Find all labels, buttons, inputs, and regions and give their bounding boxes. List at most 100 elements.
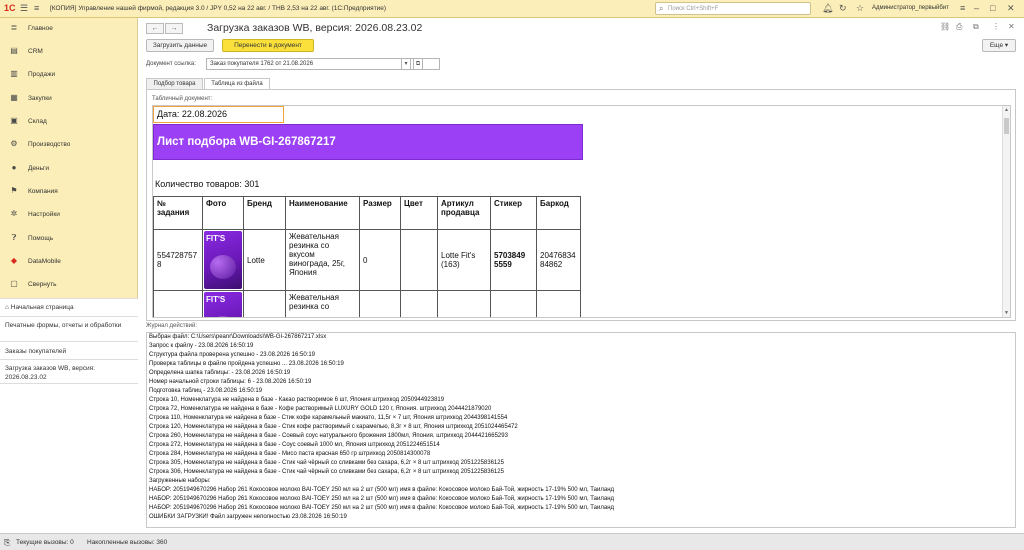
sidebar-item-crm[interactable]: ▤ CRM (0, 43, 138, 61)
product-photo: FIT'S (204, 292, 242, 317)
pick-list-table: № задания Фото Бренд Наименование Размер… (153, 196, 581, 317)
product-photo-label: FIT'S (206, 234, 226, 243)
current-calls: Текущие вызовы: 0 (16, 539, 74, 546)
vertical-scrollbar[interactable]: ▲ ▼ (1002, 106, 1010, 317)
log-line: Проверка таблицы в файле пройдена успешн… (149, 361, 344, 367)
link-icon[interactable]: ⛓︎ (940, 22, 950, 31)
size-cell: 0 (359, 229, 401, 291)
log-line: Строка 10, Номенклатура не найдена в баз… (149, 397, 445, 403)
menu-icon[interactable]: ☰ (20, 3, 28, 14)
transfer-to-document-button[interactable]: Перенести в документ (222, 39, 314, 52)
task-number-cell: 5547287578 (153, 229, 203, 291)
sidebar-item-label: Склад (28, 118, 47, 125)
log-line: Загруженные наборы: (149, 478, 211, 484)
sidebar-item-sales[interactable]: ▥ Продажи (0, 66, 138, 84)
sidebar-item-label: Производство (28, 141, 71, 148)
photo-cell: FIT'S (202, 290, 244, 317)
barcode-cell: 2047683 (536, 290, 581, 317)
forward-button[interactable]: → (165, 23, 183, 34)
divider (0, 316, 138, 317)
scroll-up-icon[interactable]: ▲ (1004, 107, 1009, 113)
spreadsheet-document[interactable]: Дата: 22.08.2026 Лист подбора WB-GI-2678… (152, 105, 1011, 318)
dropdown-button[interactable]: ▾ (401, 58, 411, 70)
title-bar: 1C ☰ ≡ [КОПИЯ] Управление нашей фирмой, … (0, 0, 1024, 18)
scroll-down-icon[interactable]: ▼ (1004, 310, 1009, 316)
settings-icon: ✲ (10, 209, 18, 218)
more-button[interactable]: Еще ▾ (982, 39, 1016, 52)
sidebar-item-label: Свернуть (28, 281, 57, 288)
chevron-down-icon: ▾ (404, 61, 408, 67)
col-photo: Фото (202, 196, 244, 230)
scroll-thumb[interactable] (1004, 118, 1009, 134)
sidebar-item-company[interactable]: ⚑ Компания (0, 183, 138, 201)
bell-icon[interactable]: 🔔︎ (822, 3, 833, 14)
log-line: Структура файла проверена успешно - 23.0… (149, 352, 315, 358)
star-icon[interactable]: ☆ (856, 3, 864, 14)
print-icon[interactable]: ⎙ (956, 22, 962, 32)
sidebar-item-label: Главное (28, 25, 53, 32)
current-user[interactable]: Администратор_первыйбит (872, 5, 949, 11)
menu-icon: ≣ (10, 23, 18, 32)
color-cell (400, 290, 438, 317)
sidebar-item-help[interactable]: ❓︎ Помощь (0, 230, 138, 248)
sidebar-item-money[interactable]: ● Деньги (0, 160, 138, 178)
print-forms-link[interactable]: Печатные формы, отчеты и обработки (0, 321, 130, 330)
datamobile-icon: ◆ (10, 256, 18, 265)
window-title: [КОПИЯ] Управление нашей фирмой, редакци… (50, 5, 387, 12)
menu-dots-icon[interactable]: ≡ (960, 3, 965, 13)
sidebar-item-label: Деньги (28, 165, 49, 172)
sidebar-item-label: Настройки (28, 211, 60, 218)
tab-panel: Табличный документ: Дата: 22.08.2026 Лис… (146, 89, 1016, 321)
collapse-icon: ▢ (10, 279, 18, 288)
external-window-icon[interactable]: ⧉ (973, 22, 979, 32)
divider (0, 383, 138, 384)
sidebar-item-datamobile[interactable]: ◆ DataMobile (0, 253, 138, 271)
load-data-button[interactable]: Загрузить данные (146, 39, 214, 52)
sidebar-item-settings[interactable]: ✲ Настройки (0, 206, 138, 224)
col-sticker: Стикер (490, 196, 537, 230)
hamburger-icon[interactable]: ≡ (34, 3, 39, 13)
log-label: Журнал действий: (146, 323, 198, 329)
sticker-cell: 5703849 5559 (490, 229, 537, 291)
log-line: Строка 306, Номенклатура не найдена в ба… (149, 469, 504, 475)
warehouse-icon: ▣ (10, 116, 18, 125)
home-page-label: Начальная страница (10, 304, 74, 311)
open-document-button[interactable]: ⧉ (413, 58, 423, 70)
brand-cell: Lotte (243, 229, 286, 291)
log-line: Подготовка таблиц - 23.08.2026 16:50:19 (149, 388, 263, 394)
table-row[interactable]: 55452856 FIT'S Жевательная резинка со Lo… (153, 290, 581, 317)
sidebar-item-warehouse[interactable]: ▣ Склад (0, 113, 138, 131)
sidebar-item-production[interactable]: ⚙ Производство (0, 136, 138, 154)
history-icon[interactable]: ↻ (839, 3, 847, 14)
sidebar-item-collapse[interactable]: ▢ Свернуть (0, 276, 138, 294)
article-cell: Lotte Fit's (163) (437, 229, 491, 291)
table-row[interactable]: 5547287578 FIT'S Lotte Жевательная резин… (153, 229, 581, 291)
home-page-link[interactable]: ⌂ Начальная страница (0, 304, 138, 311)
help-icon: ❓︎ (11, 233, 17, 242)
page-title: Загрузка заказов WB, версия: 2026.08.23.… (207, 22, 423, 34)
col-brand: Бренд (243, 196, 286, 230)
main-form: ← → Загрузка заказов WB, версия: 2026.08… (139, 18, 1024, 533)
sidebar-item-label: Помощь (28, 235, 54, 242)
sidebar-item-main[interactable]: ≣ Главное (0, 20, 138, 38)
log-line: Запрос к файлу - 23.08.2026 16:50:19 (149, 343, 254, 349)
close-icon[interactable]: ✕ (1007, 3, 1015, 14)
col-barcode: Баркод (536, 196, 581, 230)
maximize-icon[interactable]: □ (990, 3, 995, 13)
back-button[interactable]: ← (146, 23, 164, 34)
calls-icon[interactable]: ⎘ (4, 538, 10, 548)
sidebar-item-label: Закупки (28, 95, 52, 102)
orders-link[interactable]: Заказы покупателей (0, 348, 138, 355)
article-cell: Lotte Fit's (437, 290, 491, 317)
action-log[interactable]: Выбран файл: C:\Users\peanr\Downloads\WB… (146, 332, 1016, 528)
minimize-icon[interactable]: – (974, 3, 979, 13)
status-bar: ⎘ Текущие вызовы: 0 Накопленные вызовы: … (0, 533, 1024, 550)
search-placeholder: Поиск Ctrl+Shift+F (668, 6, 719, 12)
sidebar-item-purchases[interactable]: ▦ Закупки (0, 90, 138, 108)
more-vertical-icon[interactable]: ⋮ (992, 22, 1000, 31)
close-form-icon[interactable]: ✕ (1008, 22, 1015, 31)
date-cell[interactable]: Дата: 22.08.2026 (153, 106, 284, 123)
sales-icon: ▥ (10, 69, 18, 78)
open-form-link[interactable]: Загрузка заказов WB, версия: 2026.08.23.… (0, 364, 130, 382)
global-search-input[interactable]: ⌕ Поиск Ctrl+Shift+F (655, 2, 811, 15)
